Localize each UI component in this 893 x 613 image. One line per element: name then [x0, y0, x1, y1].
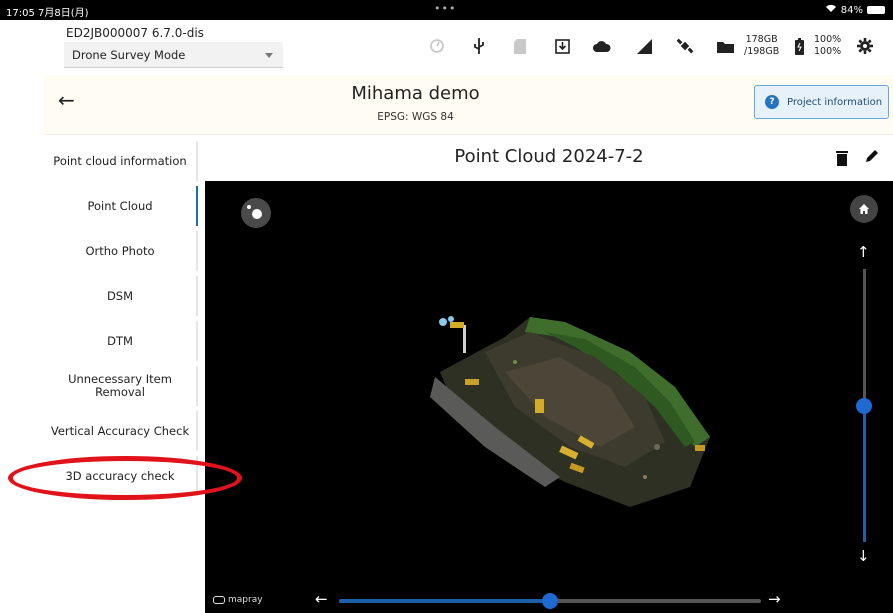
sidebar-item-dtm[interactable]: DTM	[44, 321, 198, 361]
arrow-up-icon[interactable]: ↑	[857, 243, 870, 261]
point-cloud-viewer[interactable]: ↑ ↓ mapray ← →	[205, 181, 893, 613]
mode-select-value: Drone Survey Mode	[72, 48, 186, 62]
point-cloud-render	[430, 316, 710, 507]
sidebar-item-label: Point cloud information	[53, 153, 187, 168]
home-icon[interactable]	[850, 195, 878, 223]
sync-icon	[427, 36, 447, 56]
sidebar-item-dsm[interactable]: DSM	[44, 276, 198, 316]
sidebar-item-3d-accuracy-check[interactable]: 3D accuracy check	[44, 456, 198, 496]
sidebar-item-unnecessary-item-removal[interactable]: Unnecessary Item Removal	[44, 366, 198, 406]
battery-readout: 100% 100%	[814, 34, 841, 58]
project-epsg: EPSG: WGS 84	[377, 111, 454, 123]
edit-icon[interactable]	[864, 148, 882, 166]
multitask-dots[interactable]: •••	[434, 2, 456, 15]
content-title: Point Cloud 2024-7-2	[454, 146, 644, 167]
sidebar: Point cloud information Point Cloud Orth…	[44, 141, 198, 613]
sidebar-item-label: Ortho Photo	[85, 243, 155, 258]
sd-card-icon	[510, 36, 530, 56]
status-time: 17:05 7月8日(月)	[6, 8, 89, 19]
project-header: ← Mihama demo EPSG: WGS 84 ? Project inf…	[44, 75, 893, 135]
arrow-down-icon[interactable]: ↓	[857, 547, 870, 565]
battery-2: 100%	[814, 46, 842, 57]
mapray-logo-text: mapray	[228, 595, 263, 605]
horizontal-slider-fill	[339, 599, 551, 603]
sidebar-item-vertical-accuracy-check[interactable]: Vertical Accuracy Check	[44, 411, 198, 451]
device-id-version: ED2JB000007 6.7.0-dis	[66, 26, 204, 40]
status-bar: 17:05 7月8日(月) ••• 84%	[0, 0, 893, 20]
arrow-right-icon[interactable]: →	[768, 590, 781, 608]
battery-icon	[867, 6, 885, 14]
sidebar-item-point-cloud-information[interactable]: Point cloud information	[44, 141, 198, 181]
sidebar-item-ortho-photo[interactable]: Ortho Photo	[44, 231, 198, 271]
download-icon	[552, 36, 572, 56]
project-title: Mihama demo	[351, 83, 480, 104]
mode-select[interactable]: Drone Survey Mode	[64, 42, 283, 68]
battery-icon	[789, 36, 809, 56]
status-right: 84%	[825, 4, 885, 16]
storage-used: 178GB	[745, 34, 778, 45]
chevron-down-icon	[265, 53, 273, 58]
usb-icon	[469, 36, 489, 56]
satellite-icon	[675, 36, 695, 56]
project-information-label: Project information	[787, 96, 883, 108]
device-toolbar: ED2JB000007 6.7.0-dis Drone Survey Mode	[44, 20, 893, 72]
sidebar-item-label: Vertical Accuracy Check	[50, 423, 190, 438]
help-icon: ?	[765, 95, 779, 109]
storage-readout: 178GB /198GB	[744, 34, 779, 58]
sidebar-item-label: DTM	[107, 333, 133, 348]
battery-1: 100%	[814, 34, 842, 45]
cloud-icon	[591, 36, 611, 56]
vertical-slider-fill	[863, 407, 866, 542]
trash-icon[interactable]	[836, 150, 848, 166]
sidebar-item-label: DSM	[106, 288, 134, 303]
signal-icon	[634, 36, 654, 56]
settings-icon[interactable]	[855, 36, 875, 56]
project-information-button[interactable]: ? Project information	[754, 85, 889, 119]
sidebar-item-label: 3D accuracy check	[65, 468, 175, 483]
sidebar-item-point-cloud[interactable]: Point Cloud	[44, 186, 198, 226]
sidebar-item-label: Point Cloud	[87, 198, 153, 213]
mapray-logo-icon	[213, 596, 225, 604]
storage-total: /198GB	[744, 46, 780, 57]
app-root: 17:05 7月8日(月) ••• 84% ED2JB000007 6.7.0-…	[0, 0, 893, 613]
folder-icon	[715, 36, 735, 56]
horizontal-slider-thumb[interactable]	[542, 593, 558, 609]
battery-percent: 84%	[840, 4, 863, 16]
mapray-logo: mapray	[213, 595, 263, 605]
arrow-left-icon[interactable]: ←	[315, 590, 328, 608]
wifi-icon	[825, 4, 837, 16]
sidebar-item-label: Unnecessary Item Removal	[68, 372, 172, 399]
lighting-toggle-button[interactable]	[241, 198, 271, 228]
vertical-slider-thumb[interactable]	[856, 398, 872, 414]
